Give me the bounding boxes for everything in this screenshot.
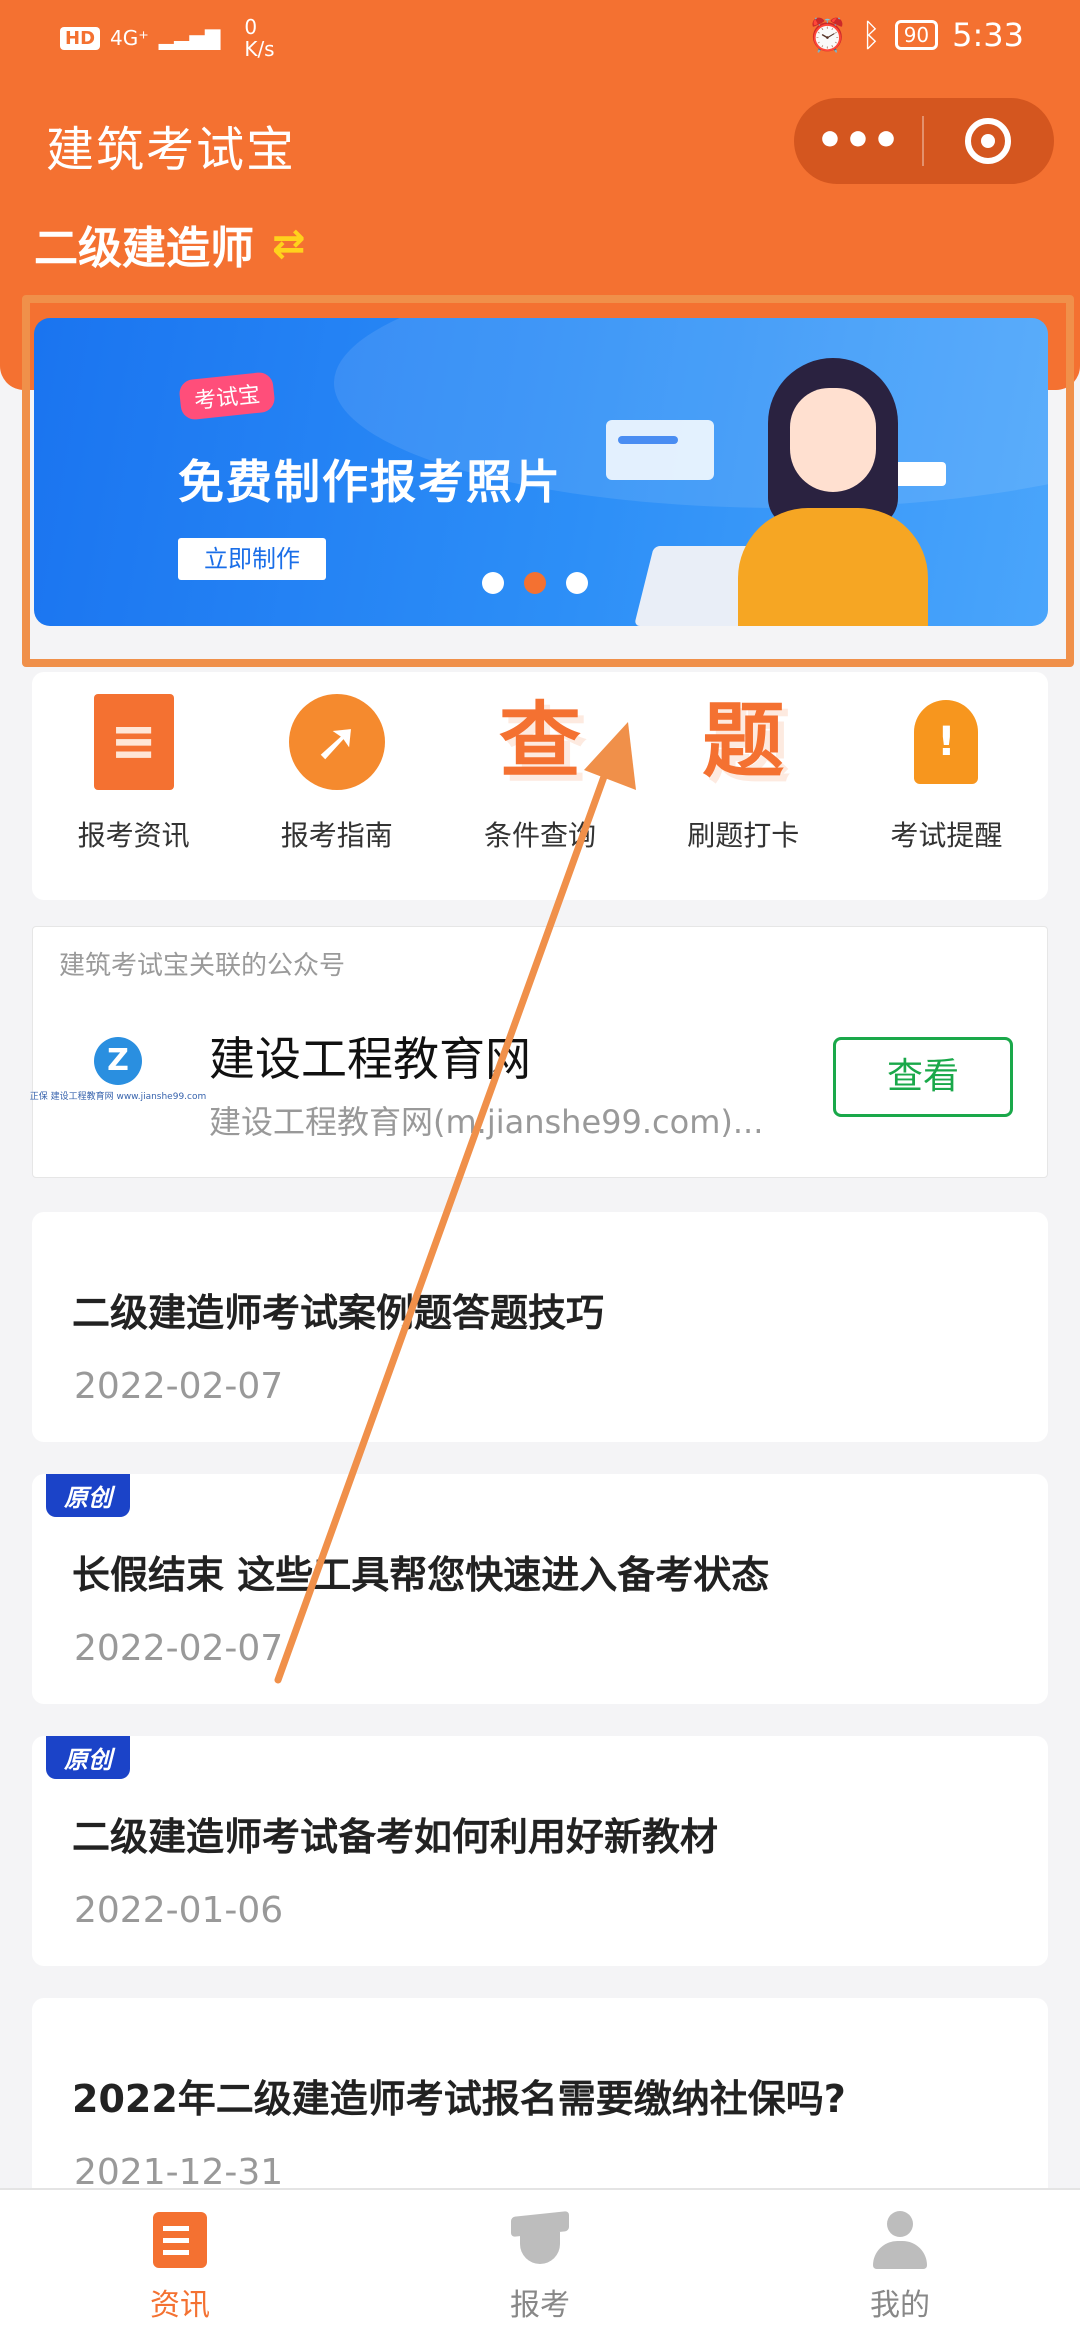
miniprogram-capsule: ••• [794, 98, 1054, 184]
quick-entry-label: 报考指南 [280, 819, 393, 852]
article-date: 2022-01-06 [74, 1890, 284, 1931]
status-bar: HD 4G⁺ ▂▃▅▇ 0 K/s ⏰ ᛒ 90 5:33 [0, 0, 1080, 78]
article-card[interactable]: 二级建造师考试案例题答题技巧 2022-02-07 [32, 1212, 1048, 1442]
article-title: 2022年二级建造师考试报名需要缴纳社保吗? [72, 2077, 846, 2121]
article-card[interactable]: 原创 二级建造师考试备考如何利用好新教材 2022-01-06 [32, 1736, 1048, 1966]
official-account-logo: Z 正保 建设工程教育网 www.jianshe99.com [30, 1037, 206, 1117]
official-account-name: 建设工程教育网 [209, 1032, 531, 1086]
page-title: 建筑考试宝 [46, 122, 297, 178]
article-title: 长假结束 这些工具帮您快速进入备考状态 [72, 1553, 770, 1597]
exam-name: 二级建造师 [34, 223, 254, 274]
annotation-highlight-box [22, 295, 1074, 667]
article-date: 2022-02-07 [74, 1628, 284, 1669]
tab-register[interactable]: 报考 [360, 2190, 720, 2340]
query-char-icon: 查 [498, 694, 581, 789]
official-account-header: 建筑考试宝关联的公众号 [59, 951, 346, 981]
swap-icon: ⇄ [272, 221, 306, 267]
quick-entry-label: 刷题打卡 [687, 819, 800, 852]
signal-icon: ▂▃▅▇ [158, 26, 221, 50]
quick-entry-news[interactable]: ≡ 报考资讯 [32, 672, 235, 900]
quick-entry-label: 条件查询 [484, 819, 597, 852]
quick-entry-guide[interactable]: ➚ 报考指南 [235, 672, 438, 900]
tab-label: 报考 [510, 2288, 570, 2323]
logo-text: 正保 建设工程教育网 www.jianshe99.com [29, 1092, 207, 1102]
bottom-tab-bar: 资讯 报考 我的 [0, 2188, 1080, 2340]
article-title: 二级建造师考试案例题答题技巧 [72, 1291, 605, 1335]
news-document-icon: ≡ [84, 692, 184, 792]
network-indicator: 4G⁺ [110, 26, 149, 50]
original-badge: 原创 [46, 1736, 130, 1779]
clock: 5:33 [952, 16, 1024, 54]
target-icon [965, 118, 1011, 164]
exam-switcher[interactable]: 二级建造师 ⇄ [34, 212, 306, 276]
graduation-cap-icon [510, 2210, 570, 2270]
bell-icon: ! [896, 692, 996, 792]
quick-entry-query[interactable]: 查 条件查询 [438, 672, 641, 900]
view-account-button[interactable]: 查看 [833, 1037, 1013, 1117]
more-menu-button[interactable]: ••• [794, 119, 922, 163]
alarm-icon: ⏰ [807, 16, 848, 54]
news-tab-icon [150, 2210, 210, 2270]
tab-label: 资讯 [150, 2288, 210, 2323]
logo-mark-icon: Z [94, 1037, 142, 1085]
user-icon [870, 2210, 930, 2270]
hd-badge: HD [60, 26, 101, 50]
official-account-desc: 建设工程教育网(m.jianshe99.com)... [209, 1103, 764, 1141]
article-title: 二级建造师考试备考如何利用好新教材 [72, 1815, 719, 1859]
quick-entry-practice[interactable]: 题 刷题打卡 [642, 672, 845, 900]
article-date: 2021-12-31 [74, 2152, 284, 2193]
quick-entry-grid: ≡ 报考资讯 ➚ 报考指南 查 条件查询 题 刷题打卡 ! 考试提醒 [32, 672, 1048, 900]
quick-entry-reminder[interactable]: ! 考试提醒 [845, 672, 1048, 900]
original-badge: 原创 [46, 1474, 130, 1517]
quick-entry-label: 考试提醒 [890, 819, 1003, 852]
network-speed: 0 K/s [244, 16, 274, 60]
quick-entry-label: 报考资讯 [77, 819, 190, 852]
network-speed-value: 0 [244, 15, 258, 39]
article-card[interactable]: 原创 长假结束 这些工具帮您快速进入备考状态 2022-02-07 [32, 1474, 1048, 1704]
question-char-icon: 题 [702, 694, 785, 789]
tab-news[interactable]: 资讯 [0, 2190, 360, 2340]
tab-mine[interactable]: 我的 [720, 2190, 1080, 2340]
article-date: 2022-02-07 [74, 1366, 284, 1407]
close-miniprogram-button[interactable] [924, 118, 1052, 164]
battery-icon: 90 [894, 20, 939, 50]
bluetooth-icon: ᛒ [861, 16, 881, 54]
network-speed-unit: K/s [244, 37, 275, 61]
official-account-card[interactable]: 建筑考试宝关联的公众号 Z 正保 建设工程教育网 www.jianshe99.c… [30, 926, 1048, 1178]
tab-label: 我的 [870, 2288, 930, 2323]
compass-icon: ➚ [287, 692, 387, 792]
